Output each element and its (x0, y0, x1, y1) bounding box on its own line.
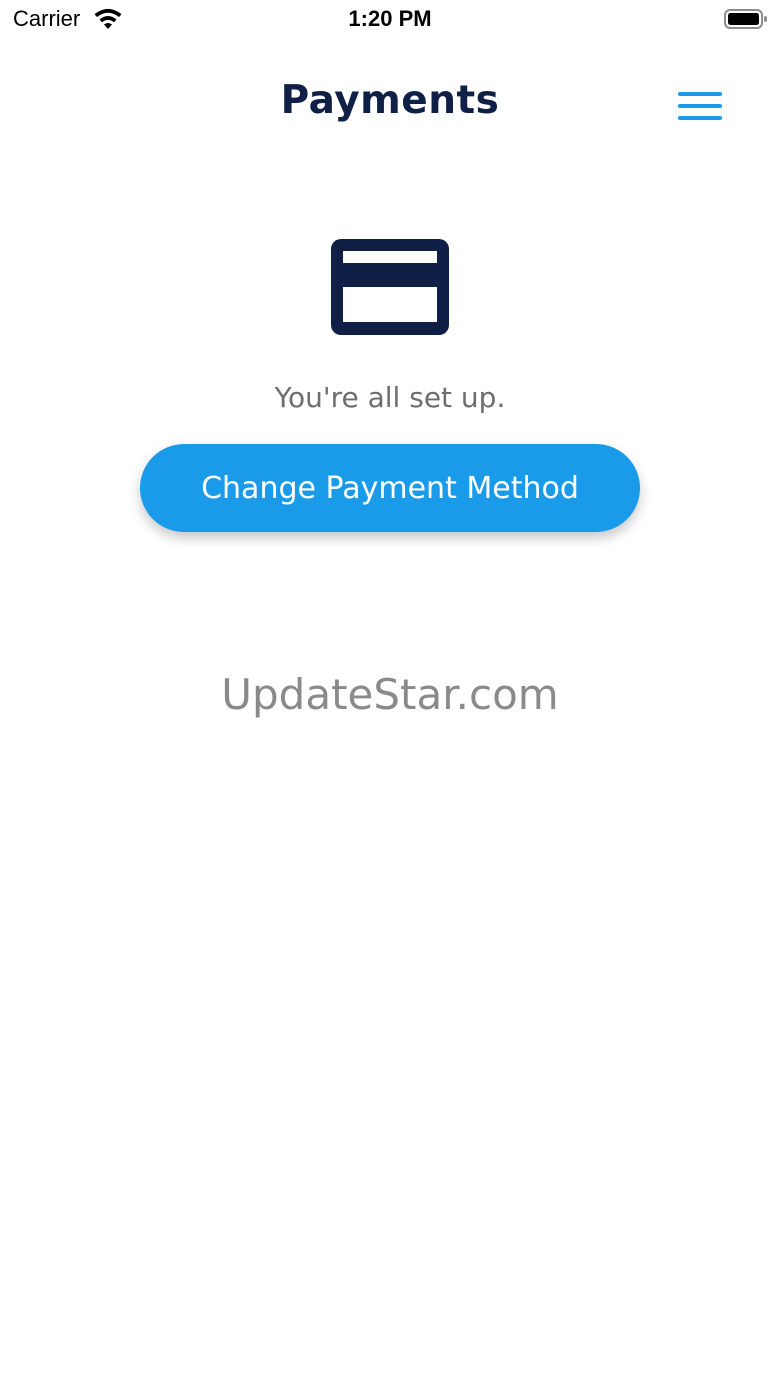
menu-bar-top (678, 92, 722, 96)
change-payment-method-button[interactable]: Change Payment Method (140, 444, 640, 532)
credit-card-icon (331, 239, 449, 335)
hamburger-menu-icon[interactable] (672, 86, 728, 128)
page-title: Payments (280, 78, 500, 123)
menu-bar-bottom (678, 116, 722, 120)
clock: 1:20 PM (348, 6, 432, 31)
change-payment-method-label: Change Payment Method (201, 470, 579, 506)
menu-bar-middle (678, 104, 722, 108)
setup-status-text: You're all set up. (274, 381, 506, 414)
watermark: UpdateStar.com (221, 670, 559, 719)
status-bar: Carrier 1:20 PM (0, 0, 780, 40)
battery-icon (724, 8, 768, 30)
